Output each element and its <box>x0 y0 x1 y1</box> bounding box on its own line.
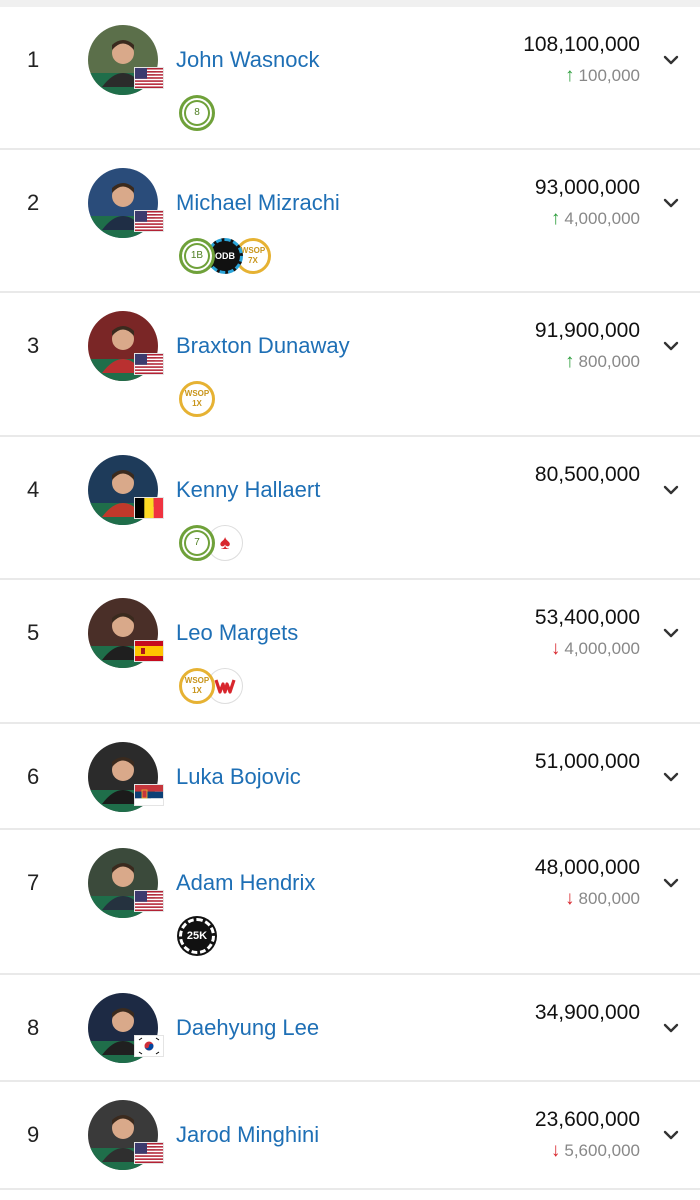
player-name-link[interactable]: Leo Margets <box>176 620 298 646</box>
rank-number: 1 <box>27 47 40 72</box>
rank-number: 2 <box>27 190 40 215</box>
chip-stack: 53,400,000 <box>534 606 640 629</box>
rank-number: 9 <box>27 1122 40 1147</box>
chevron-down-icon[interactable] <box>662 337 680 355</box>
chip-change: ↓ 4,000,000 <box>551 638 640 660</box>
green-badge-icon[interactable]: 8 <box>179 95 215 131</box>
chevron-down-icon[interactable] <box>662 51 680 69</box>
chevron-down-icon[interactable] <box>662 1019 680 1037</box>
arrow-down-icon: ↓ <box>550 1140 561 1161</box>
chevron-down-icon[interactable] <box>662 481 680 499</box>
chevron-down-icon[interactable] <box>662 874 680 892</box>
chip-change: ↓ 5,600,000 <box>551 1140 640 1162</box>
badge-label: 25K <box>186 930 208 942</box>
chip-change-value: 100,000 <box>578 66 640 85</box>
rank-number: 4 <box>27 477 40 502</box>
achievement-badges: WSOP 1X <box>179 381 219 419</box>
country-flag-icon <box>134 890 164 912</box>
green-badge-icon[interactable]: 1B <box>179 238 215 274</box>
player-name-link[interactable]: Braxton Dunaway <box>176 333 350 359</box>
rank-number: 5 <box>27 620 40 645</box>
badge-label: WSOP 1X <box>184 389 210 408</box>
country-flag-icon <box>134 784 164 806</box>
arrow-up-icon: ↑ <box>565 65 575 86</box>
chip-change-value: 800,000 <box>578 889 640 908</box>
player-row[interactable]: 7 Adam Hendrix 48,000,000 ↓ 800,000 25K <box>0 830 700 975</box>
rank-number: 8 <box>27 1015 40 1040</box>
wsop-badge-icon[interactable]: WSOP 1X <box>179 668 215 704</box>
chip-change-value: 800,000 <box>578 352 640 371</box>
badge-label: 1B <box>190 250 204 261</box>
achievement-badges: WSOP 1X <box>179 668 249 706</box>
achievement-badges: 25K <box>179 918 219 956</box>
country-flag-icon <box>134 210 164 232</box>
player-row[interactable]: 2 Michael Mizrachi 93,000,000 ↑ 4,000,000 1B… <box>0 150 700 293</box>
chip-change: ↑ 800,000 <box>565 351 640 373</box>
player-name-link[interactable]: Adam Hendrix <box>176 870 315 896</box>
rank-number: 3 <box>27 333 40 358</box>
player-row[interactable]: 9 Jarod Minghini 23,600,000 ↓ 5,600,000 <box>0 1082 700 1190</box>
achievement-badges: 8 <box>179 95 219 133</box>
player-name-link[interactable]: John Wasnock <box>176 47 319 73</box>
green-badge-icon[interactable]: 7 <box>179 525 215 561</box>
badge-label: 7 <box>194 537 200 548</box>
chevron-down-icon[interactable] <box>662 624 680 642</box>
country-flag-icon <box>134 67 164 89</box>
chip-stack: 93,000,000 <box>534 176 640 199</box>
country-flag-icon <box>134 353 164 375</box>
player-row[interactable]: 1 John Wasnock 108,100,000 ↑ 100,000 8 <box>0 7 700 150</box>
badge-label: 8 <box>194 107 200 118</box>
chip-stack: 91,900,000 <box>534 319 640 342</box>
country-flag-icon <box>134 640 164 662</box>
chip-change: ↓ 800,000 <box>565 888 640 910</box>
badge-label: WSOP 1X <box>184 676 210 695</box>
player-row[interactable]: 5 Leo Margets 53,400,000 ↓ 4,000,000 WSOP 1X <box>0 580 700 724</box>
country-flag-icon <box>134 497 164 519</box>
achievement-badges: 7 ♠ <box>179 525 249 563</box>
rank-number: 6 <box>27 764 40 789</box>
player-row[interactable]: 4 Kenny Hallaert 80,500,000 7 ♠ <box>0 437 700 580</box>
top-divider <box>0 0 700 7</box>
arrow-down-icon: ↓ <box>550 638 561 659</box>
chevron-down-icon[interactable] <box>662 768 680 786</box>
achievement-badges: 1B ODB WSOP 7X <box>179 238 279 276</box>
chevron-down-icon[interactable] <box>662 1126 680 1144</box>
chip-stack: 51,000,000 <box>534 750 640 773</box>
chip-change: ↑ 4,000,000 <box>551 208 640 230</box>
player-name-link[interactable]: Jarod Minghini <box>176 1122 319 1148</box>
chip-stack: 80,500,000 <box>534 463 640 486</box>
player-name-link[interactable]: Daehyung Lee <box>176 1015 319 1041</box>
player-name-link[interactable]: Michael Mizrachi <box>176 190 340 216</box>
chip-change-value: 5,600,000 <box>564 1141 640 1160</box>
chip-change-value: 4,000,000 <box>564 639 640 658</box>
player-row[interactable]: 8 Daehyung Lee 34,900,000 <box>0 975 700 1082</box>
player-name-link[interactable]: Kenny Hallaert <box>176 477 320 503</box>
player-row[interactable]: 6 Luka Bojovic 51,000,000 <box>0 724 700 830</box>
arrow-up-icon: ↑ <box>550 208 561 229</box>
chip-change: ↑ 100,000 <box>565 65 640 87</box>
chip-stack: 108,100,000 <box>523 33 640 56</box>
arrow-down-icon: ↓ <box>565 888 575 909</box>
country-flag-icon <box>134 1142 164 1164</box>
rank-number: 7 <box>27 870 40 895</box>
chevron-down-icon[interactable] <box>662 194 680 212</box>
arrow-up-icon: ↑ <box>565 351 575 372</box>
chip-badge-icon[interactable]: 25K <box>179 918 215 954</box>
player-row[interactable]: 3 Braxton Dunaway 91,900,000 ↑ 800,000 WSOP … <box>0 293 700 437</box>
chip-stack: 48,000,000 <box>534 856 640 879</box>
chip-stack: 23,600,000 <box>534 1108 640 1131</box>
wsop-badge-icon[interactable]: WSOP 1X <box>179 381 215 417</box>
player-name-link[interactable]: Luka Bojovic <box>176 764 301 790</box>
chip-stack: 34,900,000 <box>534 1001 640 1024</box>
country-flag-icon <box>134 1035 164 1057</box>
badge-label: ODB <box>215 251 235 261</box>
chip-change-value: 4,000,000 <box>564 209 640 228</box>
